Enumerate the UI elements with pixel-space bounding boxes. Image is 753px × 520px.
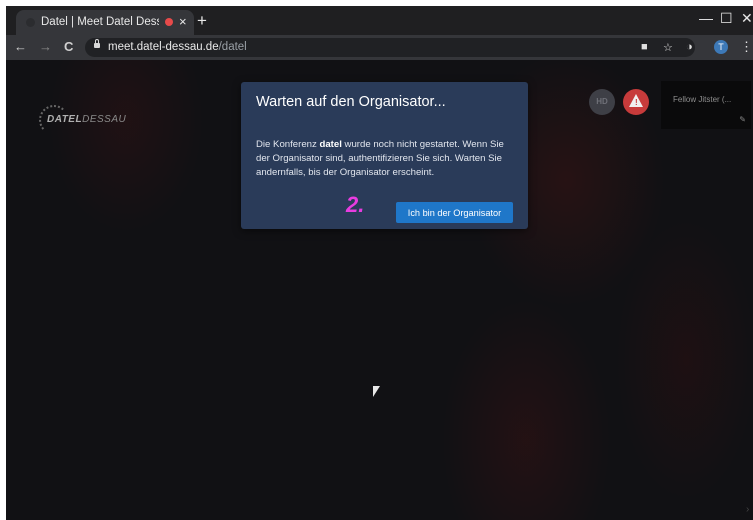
new-tab-button[interactable]: + bbox=[197, 11, 207, 31]
browser-window: Datel | Meet Datel Dess × + — ☐ ✕ ← → C … bbox=[6, 6, 753, 520]
tab-close-icon[interactable]: × bbox=[179, 14, 187, 29]
reload-icon[interactable]: C bbox=[64, 39, 73, 54]
url-text: meet.datel-dessau.de/datel bbox=[108, 41, 247, 53]
dialog-title: Warten auf den Organisator... bbox=[256, 94, 446, 110]
room-name: datel bbox=[319, 139, 342, 150]
logo-text: DATELDESSAU bbox=[47, 114, 127, 125]
datel-logo: DATELDESSAU bbox=[39, 105, 129, 135]
extension-icon[interactable]: ◑ bbox=[686, 41, 693, 53]
muted-mic-icon: ✎ bbox=[739, 115, 746, 124]
video-quality-badge[interactable]: HD bbox=[589, 89, 615, 115]
lock-icon bbox=[94, 39, 100, 48]
warning-badge[interactable]: ! bbox=[623, 89, 649, 115]
waiting-for-moderator-dialog: Warten auf den Organisator... Die Konfer… bbox=[241, 82, 528, 229]
i-am-host-button[interactable]: Ich bin der Organisator bbox=[396, 202, 513, 223]
browser-menu-icon[interactable]: ⋮ bbox=[740, 39, 753, 55]
dialog-message: Die Konferenz datel wurde noch nicht ges… bbox=[256, 139, 504, 178]
url-host: meet.datel-dessau.de bbox=[108, 41, 219, 53]
address-bar[interactable]: meet.datel-dessau.de/datel ■ ☆ ◑ bbox=[85, 38, 695, 57]
window-close-icon[interactable]: ✕ bbox=[741, 10, 753, 27]
recording-indicator-icon bbox=[165, 18, 173, 26]
back-icon[interactable]: ← bbox=[14, 39, 27, 54]
participant-thumbnail[interactable]: Fellow Jitster (... ✎ bbox=[661, 81, 751, 129]
mouse-cursor-icon bbox=[373, 386, 380, 397]
participant-name: Fellow Jitster (... bbox=[673, 95, 732, 104]
minimize-icon[interactable]: — bbox=[699, 10, 713, 26]
favicon-icon bbox=[26, 18, 35, 27]
browser-tab[interactable]: Datel | Meet Datel Dess × bbox=[16, 10, 194, 35]
chevron-right-icon[interactable]: › bbox=[746, 504, 749, 515]
tab-title: Datel | Meet Datel Dess bbox=[41, 16, 159, 28]
camera-icon[interactable]: ■ bbox=[641, 41, 648, 53]
url-path: /datel bbox=[218, 41, 247, 53]
tab-strip: Datel | Meet Datel Dess × + — ☐ ✕ bbox=[6, 6, 753, 35]
profile-avatar[interactable]: T bbox=[714, 40, 728, 54]
forward-icon[interactable]: → bbox=[39, 39, 52, 54]
bookmark-star-icon[interactable]: ☆ bbox=[663, 41, 673, 54]
navigation-bar: ← → C meet.datel-dessau.de/datel ■ ☆ ◑ T… bbox=[6, 35, 753, 60]
warning-exclamation: ! bbox=[635, 98, 638, 107]
maximize-icon[interactable]: ☐ bbox=[720, 10, 733, 27]
step-annotation: 2. bbox=[346, 192, 365, 217]
meeting-stage: DATELDESSAU HD ! Fellow Jitster (... ✎ W… bbox=[6, 60, 753, 520]
